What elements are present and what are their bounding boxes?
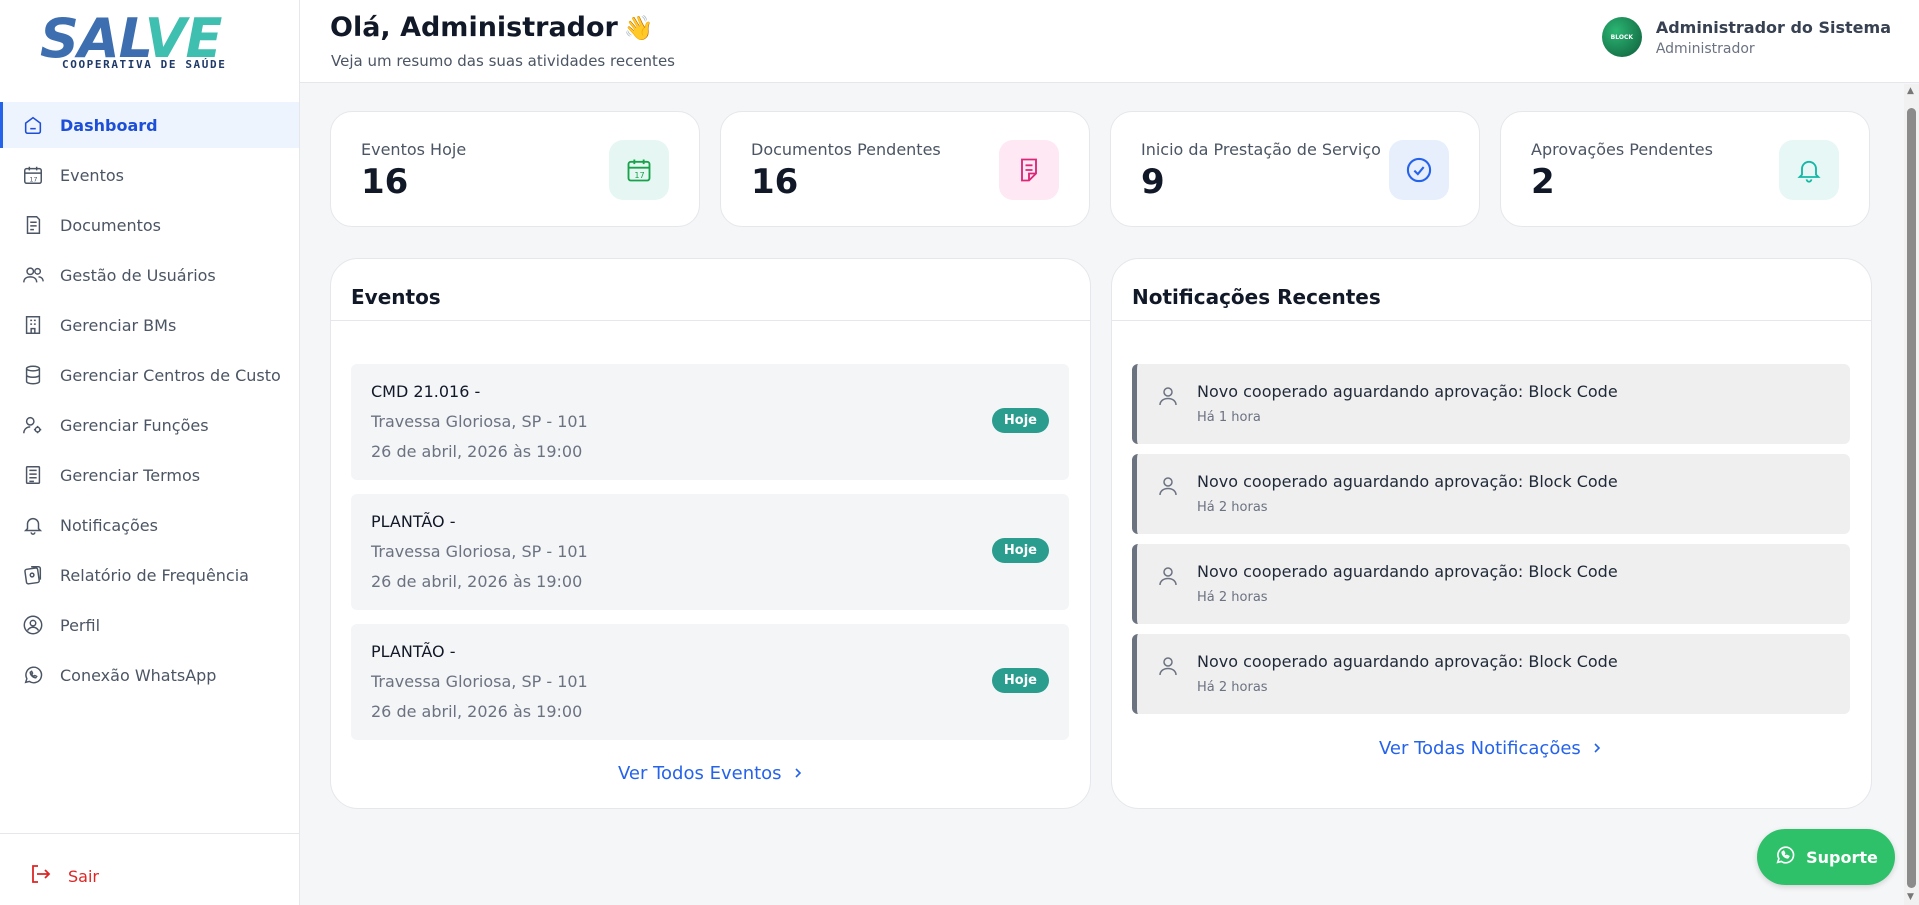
page-scrollbar[interactable]: ▲ ▼ [1904,84,1919,905]
profile-icon [20,612,46,638]
event-item[interactable]: PLANTÃO - Travessa Gloriosa, SP - 101 26… [351,494,1069,610]
event-item[interactable]: CMD 21.016 - Travessa Gloriosa, SP - 101… [351,364,1069,480]
sidebar-item-relatorio-frequencia[interactable]: Relatório de Frequência [0,552,299,598]
chevron-right-icon [1591,739,1603,758]
notification-item[interactable]: Novo cooperado aguardando aprovação: Blo… [1132,634,1850,714]
sidebar-footer: Sair [0,833,299,905]
scrollbar-thumb[interactable] [1907,108,1916,888]
support-button[interactable]: Suporte [1757,829,1895,885]
notifications-card: Notificações Recentes Novo cooperado agu… [1111,258,1872,809]
user-icon [1159,566,1177,590]
stat-card-eventos-hoje[interactable]: Eventos Hoje 16 17 [330,111,700,227]
whatsapp-icon [20,662,46,688]
user-gear-icon [20,412,46,438]
chevron-right-icon [792,764,804,783]
sidebar-item-eventos[interactable]: 17 Eventos [0,152,299,198]
sidebar-item-gerenciar-funcoes[interactable]: Gerenciar Funções [0,402,299,448]
report-icon [20,562,46,588]
calendar-icon: 17 [609,140,669,200]
user-name: Administrador do Sistema [1655,17,1891,37]
notifications-card-title: Notificações Recentes [1132,285,1381,309]
document-icon [999,140,1059,200]
sidebar-item-conexao-whatsapp[interactable]: Conexão WhatsApp [0,652,299,698]
sidebar-item-gerenciar-bms[interactable]: Gerenciar BMs [0,302,299,348]
user-icon [1159,386,1177,410]
database-icon [20,362,46,388]
events-card-title: Eventos [351,285,441,309]
event-item[interactable]: PLANTÃO - Travessa Gloriosa, SP - 101 26… [351,624,1069,740]
page-header: Olá, Administrador 👋 Veja um resumo das s… [300,0,1919,83]
salve-logo[interactable]: SALVE COOPERATIVA DE SAÚDE [40,12,260,74]
whatsapp-icon [1774,844,1796,870]
today-badge: Hoje [991,668,1049,693]
wave-emoji: 👋 [623,14,654,42]
page-subtitle: Veja um resumo das suas atividades recen… [331,52,675,70]
today-badge: Hoje [991,408,1049,433]
sidebar-nav: Dashboard 17 Eventos Documentos Gestão d… [0,102,299,702]
notification-item[interactable]: Novo cooperado aguardando aprovação: Blo… [1132,544,1850,624]
view-all-events-link[interactable]: Ver Todos Eventos [618,763,804,784]
sidebar-item-notificacoes[interactable]: Notificações [0,502,299,548]
bell-icon [20,512,46,538]
logout-icon [28,862,52,890]
bell-icon [1779,140,1839,200]
notification-item[interactable]: Novo cooperado aguardando aprovação: Blo… [1132,454,1850,534]
home-icon [20,112,46,138]
page-title: Olá, Administrador 👋 [330,12,654,43]
stat-card-aprovacoes-pendentes[interactable]: Aprovações Pendentes 2 [1500,111,1870,227]
user-role: Administrador [1655,40,1755,57]
user-icon [1159,656,1177,680]
sidebar-item-dashboard[interactable]: Dashboard [0,102,299,148]
calendar-icon: 17 [20,162,46,188]
divider [1112,320,1871,321]
scroll-down-icon[interactable]: ▼ [1907,892,1914,902]
scroll-up-icon[interactable]: ▲ [1907,86,1914,96]
avatar: BLOCK [1601,17,1642,57]
notification-item[interactable]: Novo cooperado aguardando aprovação: Blo… [1132,364,1850,444]
document-icon [20,212,46,238]
sidebar-item-perfil[interactable]: Perfil [0,602,299,648]
svg-text:17: 17 [29,175,37,183]
sidebar-item-documentos[interactable]: Documentos [0,202,299,248]
logout-button[interactable]: Sair [28,862,99,890]
stat-card-documentos-pendentes[interactable]: Documentos Pendentes 16 [720,111,1090,227]
terms-icon [20,462,46,488]
events-card: Eventos CMD 21.016 - Travessa Gloriosa, … [330,258,1091,809]
stat-card-inicio-prestacao[interactable]: Inicio da Prestação de Serviço 9 [1110,111,1480,227]
sidebar-item-gerenciar-termos[interactable]: Gerenciar Termos [0,452,299,498]
sidebar-item-gestao-usuarios[interactable]: Gestão de Usuários [0,252,299,298]
building-icon [20,312,46,338]
user-menu[interactable]: BLOCK Administrador do Sistema Administr… [1601,17,1891,57]
check-circle-icon [1389,140,1449,200]
user-icon [1159,476,1177,500]
sidebar: SALVE COOPERATIVA DE SAÚDE Dashboard 17 … [0,0,300,905]
view-all-notifications-link[interactable]: Ver Todas Notificações [1379,738,1603,759]
svg-text:17: 17 [634,170,644,180]
divider [331,320,1090,321]
sidebar-item-centros-custo[interactable]: Gerenciar Centros de Custo [0,352,299,398]
today-badge: Hoje [991,538,1049,563]
users-icon [20,262,46,288]
